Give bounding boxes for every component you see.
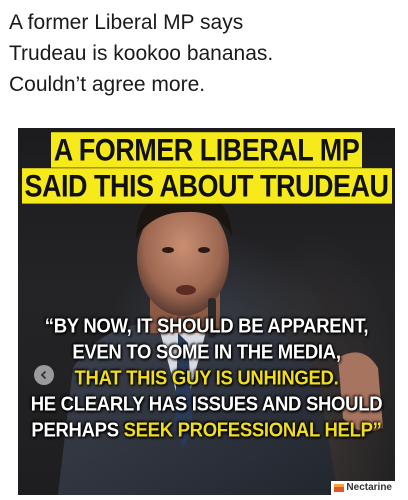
headline-line-text: A FORMER LIBERAL MP: [50, 132, 363, 168]
quote-plain-text: PERHAPS: [31, 417, 124, 442]
quote-highlight-text: SEEK PROFESSIONAL HELP”: [123, 417, 382, 442]
caption-line: Trudeau is kookoo bananas.: [9, 42, 274, 65]
watermark-text: Nectarine: [346, 482, 392, 493]
watermark: Nectarine: [331, 481, 395, 495]
quote-line: EVEN TO SOME IN THE MEDIA,: [72, 339, 341, 364]
quote-line: HE CLEARLY HAS ISSUES AND SHOULD: [30, 391, 383, 416]
post-image[interactable]: A FORMER LIBERAL MP SAID THIS ABOUT TRUD…: [18, 128, 395, 495]
headline-line: A FORMER LIBERAL MP: [18, 131, 395, 170]
caption-line: Couldn’t agree more.: [9, 73, 206, 96]
post-caption: A former Liberal MP says Trudeau is kook…: [9, 7, 399, 100]
caption-line: A former Liberal MP says: [9, 11, 244, 34]
quote-line: THAT THIS GUY IS UNHINGED.: [74, 365, 339, 390]
nectarine-logo-icon: [334, 484, 345, 492]
quote-line: PERHAPS SEEK PROFESSIONAL HELP”: [18, 417, 395, 444]
headline-line: SAID THIS ABOUT TRUDEAU: [18, 167, 395, 206]
bottom-divider: [0, 495, 408, 500]
quote-line: “BY NOW, IT SHOULD BE APPARENT,: [44, 313, 369, 338]
headline-line-text: SAID THIS ABOUT TRUDEAU: [21, 168, 392, 204]
